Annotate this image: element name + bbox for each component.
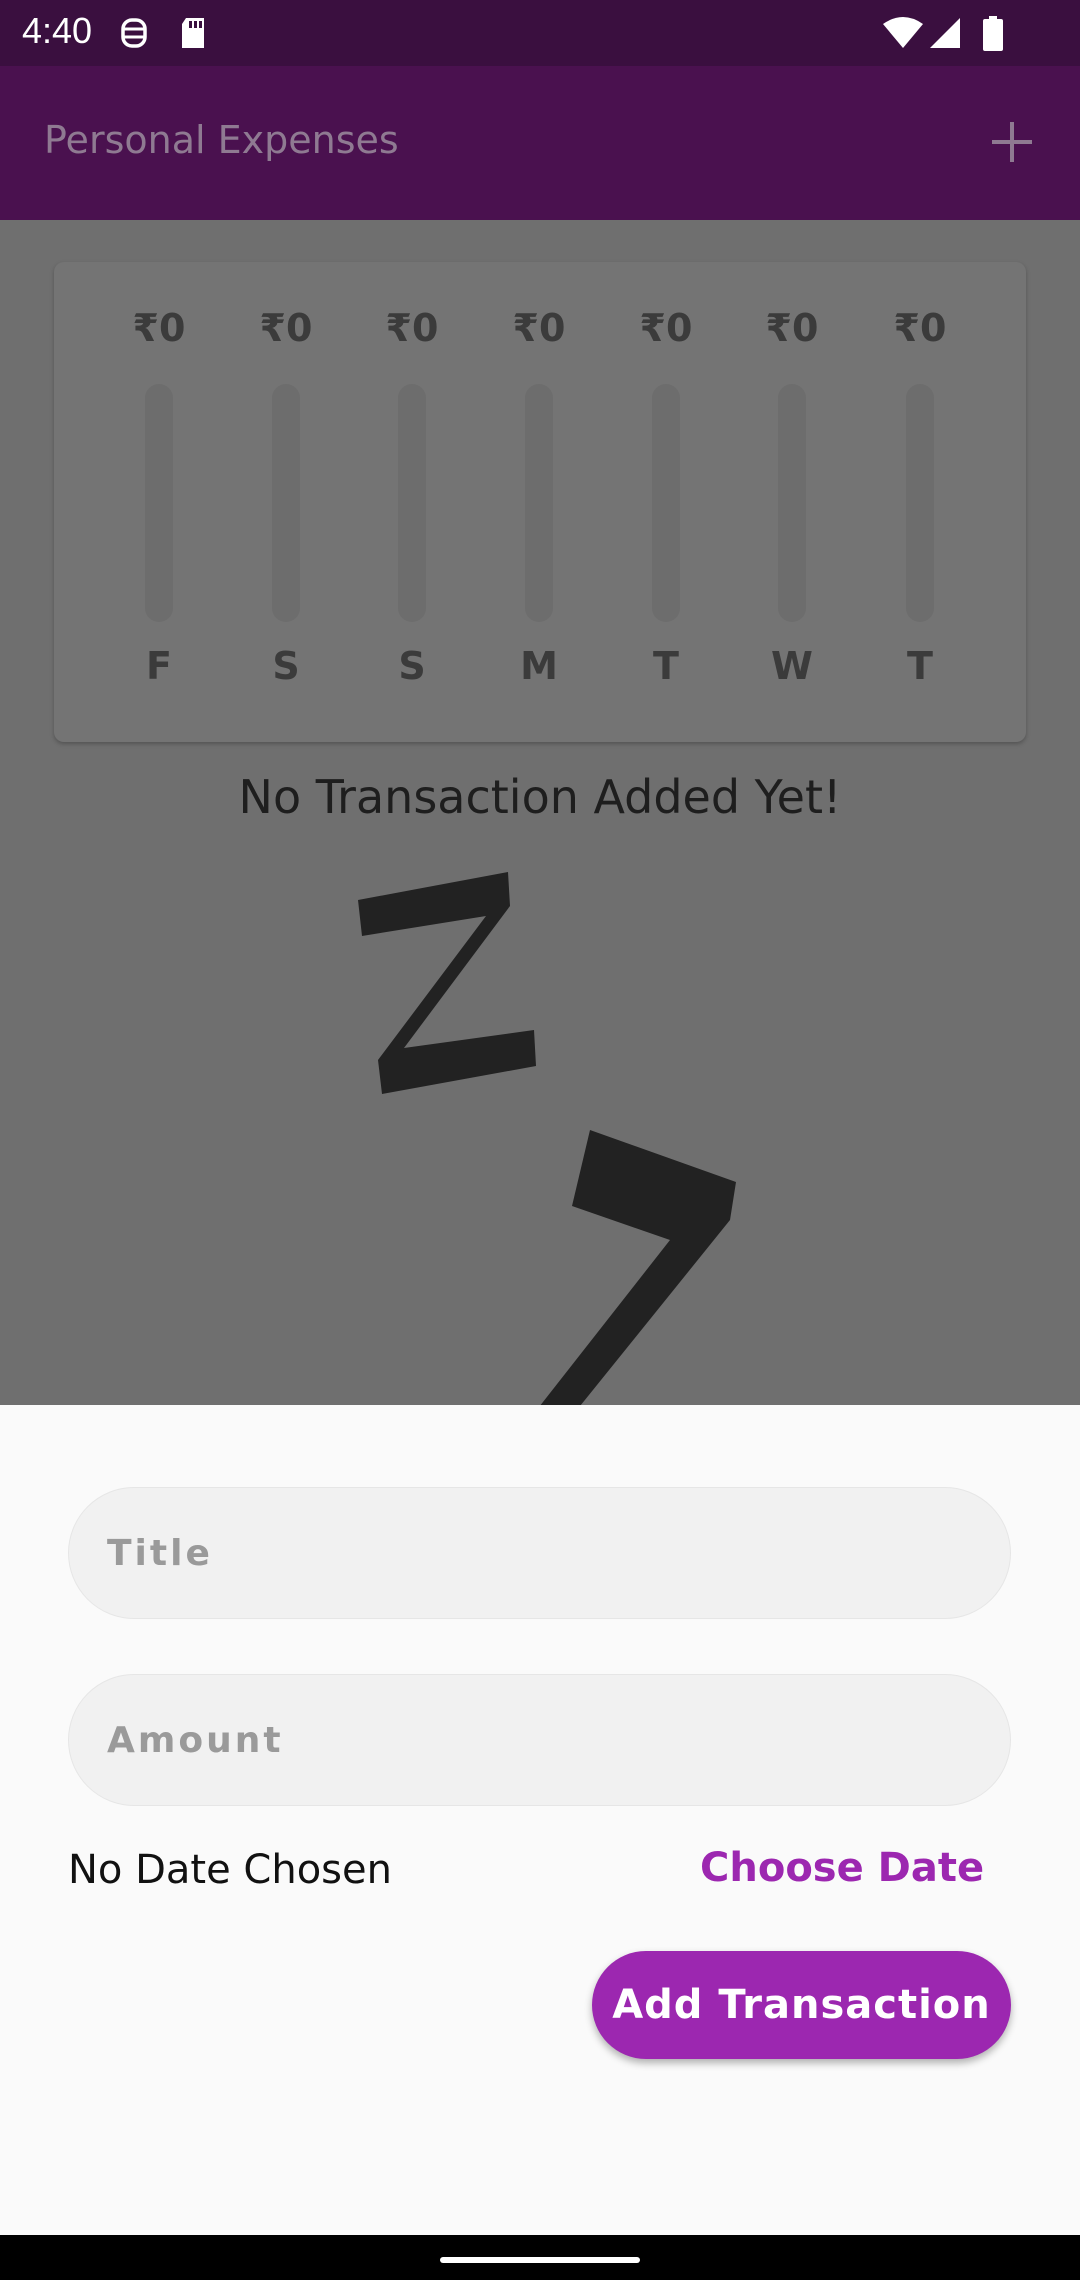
wifi-icon — [882, 16, 924, 54]
add-icon[interactable] — [990, 120, 1034, 164]
app-title: Personal Expenses — [44, 118, 399, 162]
bar-day-label: S — [398, 644, 426, 688]
choose-date-button[interactable]: Choose Date — [700, 1845, 984, 1891]
bar-track — [272, 384, 300, 622]
bar-track — [145, 384, 173, 622]
selected-date-text: No Date Chosen — [68, 1847, 392, 1893]
chart-bar-1: ₹0 S — [231, 262, 341, 742]
battery-icon — [982, 16, 1004, 56]
bar-track — [906, 384, 934, 622]
main-content: ₹0 F ₹0 S ₹0 S ₹0 M ₹0 T ₹0 W ₹0 T No Tr… — [0, 220, 1080, 1405]
bar-day-label: W — [771, 644, 813, 688]
home-handle[interactable] — [440, 2257, 640, 2263]
bar-amount: ₹0 — [385, 306, 439, 350]
bar-amount: ₹0 — [765, 306, 819, 350]
bar-amount: ₹0 — [893, 306, 947, 350]
add-transaction-sheet: No Date Chosen Choose Date Add Transacti… — [0, 1405, 1080, 2235]
chart-bar-6: ₹0 T — [865, 262, 975, 742]
bar-day-label: T — [653, 644, 679, 688]
status-bar: 4:40 — [0, 0, 1080, 66]
sd-card-icon — [178, 16, 208, 54]
chart-bar-3: ₹0 M — [484, 262, 594, 742]
chart-bar-2: ₹0 S — [357, 262, 467, 742]
bar-amount: ₹0 — [259, 306, 313, 350]
face-icon — [118, 16, 150, 54]
bar-amount: ₹0 — [132, 306, 186, 350]
bar-amount: ₹0 — [512, 306, 566, 350]
bar-day-label: S — [272, 644, 300, 688]
bar-track — [525, 384, 553, 622]
bar-track — [652, 384, 680, 622]
zzz-icon — [358, 872, 736, 1405]
status-time: 4:40 — [22, 10, 93, 51]
bar-day-label: T — [907, 644, 933, 688]
amount-input[interactable] — [107, 1675, 967, 1805]
signal-icon — [928, 16, 962, 54]
chart-bar-0: ₹0 F — [104, 262, 214, 742]
title-field — [68, 1487, 1011, 1619]
bar-day-label: M — [520, 644, 558, 688]
title-input[interactable] — [107, 1488, 967, 1618]
bar-amount: ₹0 — [639, 306, 693, 350]
chart-bar-5: ₹0 W — [737, 262, 847, 742]
chart-bar-4: ₹0 T — [611, 262, 721, 742]
bar-day-label: F — [146, 644, 172, 688]
amount-field — [68, 1674, 1011, 1806]
bar-track — [398, 384, 426, 622]
empty-state-message: No Transaction Added Yet! — [238, 770, 842, 824]
weekly-chart-card: ₹0 F ₹0 S ₹0 S ₹0 M ₹0 T ₹0 W ₹0 T — [54, 262, 1026, 742]
app-bar: Personal Expenses — [0, 66, 1080, 220]
navigation-bar — [0, 2235, 1080, 2280]
add-transaction-button[interactable]: Add Transaction — [592, 1951, 1011, 2059]
bar-track — [778, 384, 806, 622]
